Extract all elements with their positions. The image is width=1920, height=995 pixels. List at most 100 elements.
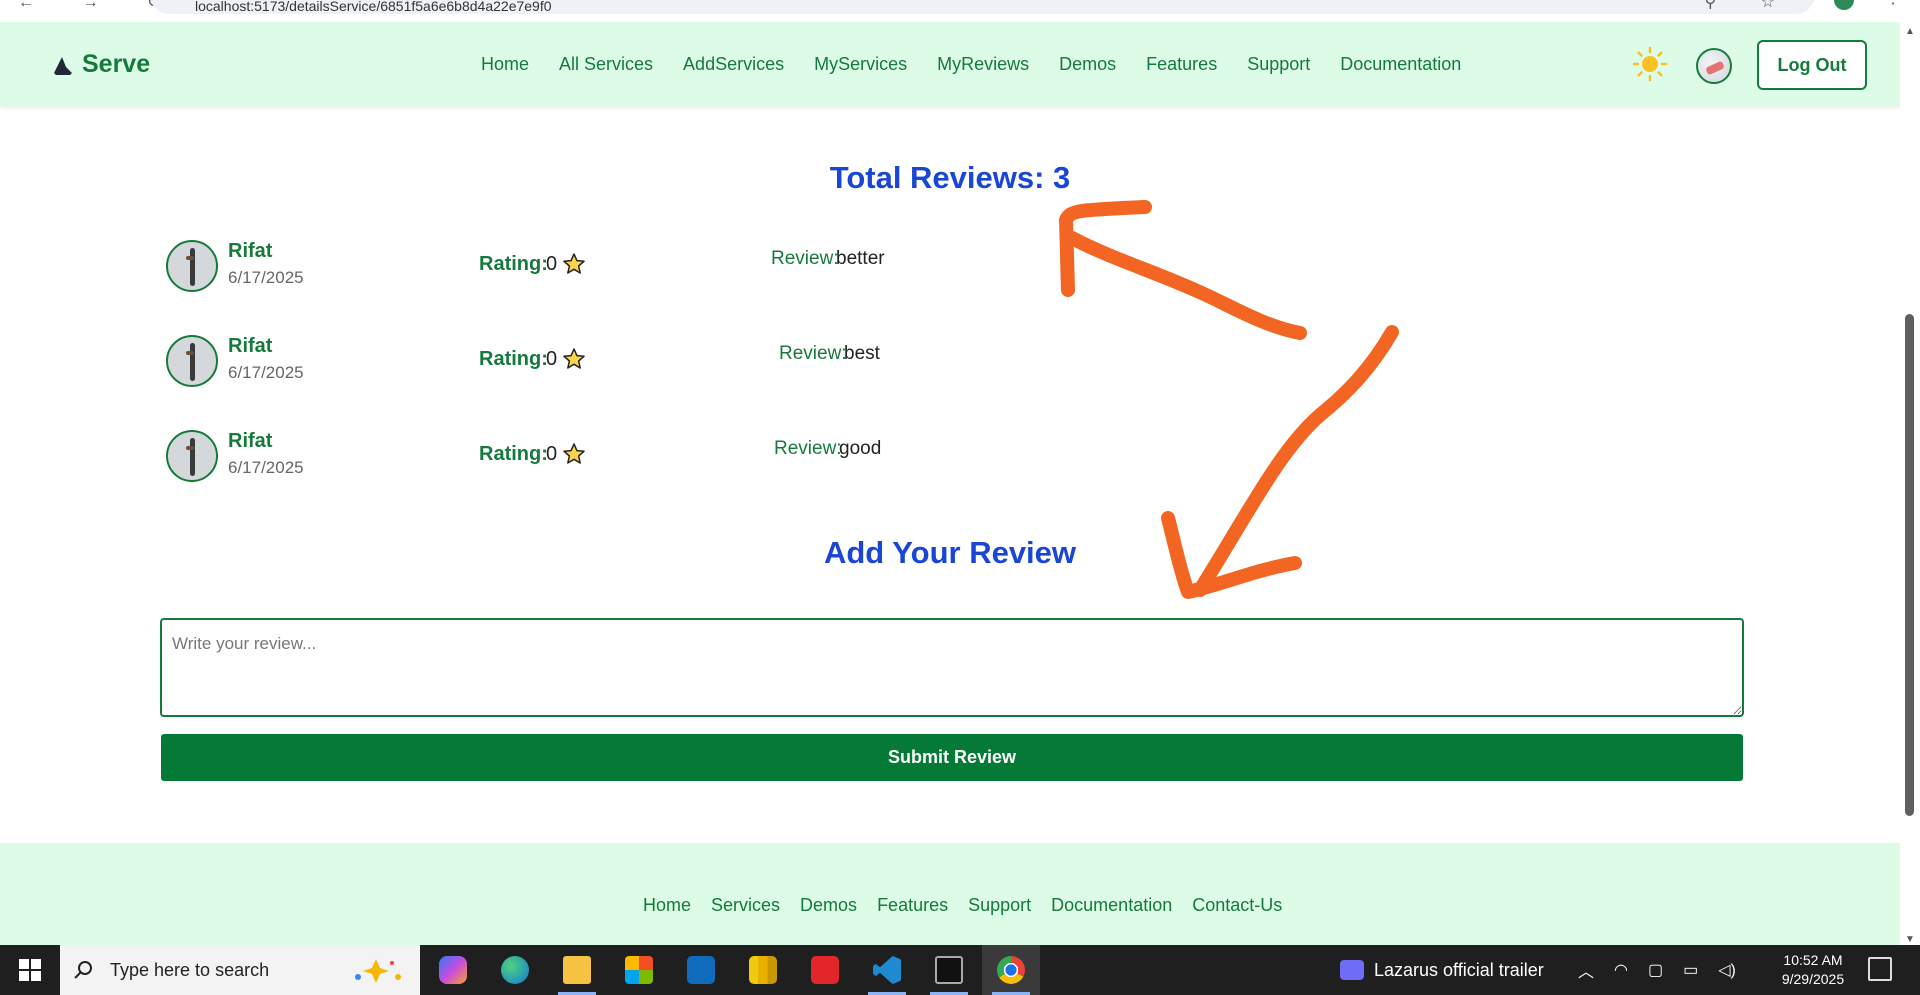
taskbar-app-file-explorer[interactable]: [548, 945, 606, 995]
review-textarea[interactable]: [160, 618, 1744, 717]
battery-icon[interactable]: ▭: [1683, 960, 1698, 980]
reviewer-name: Rifat: [228, 240, 273, 262]
browser-menu-icon[interactable]: ⋮: [1885, 0, 1901, 8]
reviewer-avatar: [166, 430, 218, 482]
review-date: 6/17/2025: [228, 458, 304, 477]
meet-now-icon[interactable]: ▢: [1648, 960, 1663, 980]
sun-icon[interactable]: [1632, 46, 1668, 82]
taskbar-app-terminal[interactable]: [920, 945, 978, 995]
search-icon: [74, 961, 92, 979]
review-text: good: [839, 438, 882, 459]
rating-label: Rating:: [479, 443, 548, 465]
outlook-icon: [687, 956, 715, 984]
rating-label: Rating:: [479, 253, 548, 275]
rating-value: 0: [546, 443, 558, 465]
taskbar-app-outlook[interactable]: [672, 945, 730, 995]
chrome-icon: [997, 956, 1025, 984]
address-bar-text: localhost:5173/detailsService/6851f5a6e6…: [195, 0, 552, 14]
rating-label: Rating:: [479, 348, 548, 370]
review-item: Rifat 6/17/2025 Rating: 0 Review: better: [166, 240, 926, 300]
browser-profile-icon[interactable]: [1834, 0, 1854, 10]
footer-features[interactable]: Features: [877, 895, 948, 916]
clock-date: 9/29/2025: [1781, 971, 1845, 987]
windows-logo-icon: [19, 959, 41, 981]
media-widget[interactable]: Lazarus official trailer: [1340, 945, 1544, 995]
review-text: better: [836, 248, 885, 269]
star-icon: [563, 348, 585, 369]
system-tray: ︿ ◠ ▢ ▭ ◁): [1578, 945, 1736, 995]
footer-home[interactable]: Home: [643, 895, 691, 916]
wifi-icon[interactable]: ◠: [1614, 960, 1628, 980]
nav-all-services[interactable]: All Services: [559, 54, 653, 75]
scrollbar-thumb[interactable]: [1905, 314, 1914, 816]
reviewer-name: Rifat: [228, 430, 273, 452]
user-avatar[interactable]: [1696, 48, 1732, 84]
star-icon: [563, 443, 585, 464]
start-button[interactable]: [0, 945, 60, 995]
notification-icon[interactable]: [1868, 957, 1892, 981]
logout-button[interactable]: Log Out: [1757, 40, 1867, 90]
star-icon: [563, 253, 585, 274]
total-reviews-title: Total Reviews: 3: [829, 160, 1071, 195]
review-item: Rifat 6/17/2025 Rating: 0 Review: best: [166, 335, 926, 395]
nav-home[interactable]: Home: [481, 54, 529, 75]
site-navbar: Serve Home All Services AddServices MySe…: [0, 22, 1900, 106]
media-title: Lazarus official trailer: [1374, 959, 1544, 980]
reviewer-avatar: [166, 240, 218, 292]
shark-fin-icon: [54, 56, 72, 75]
taskbar-app-power-bi[interactable]: [734, 945, 792, 995]
brand-logo[interactable]: Serve: [52, 50, 150, 79]
scroll-down-arrow-icon[interactable]: ▼: [1905, 934, 1915, 945]
review-label: Review:: [774, 438, 842, 459]
footer-contact-us[interactable]: Contact-Us: [1192, 895, 1282, 916]
review-date: 6/17/2025: [228, 363, 304, 382]
nav-documentation[interactable]: Documentation: [1340, 54, 1461, 75]
taskbar-app-copilot[interactable]: [424, 945, 482, 995]
reviewer-avatar: [166, 335, 218, 387]
nav-add-services[interactable]: AddServices: [683, 54, 784, 75]
address-bar[interactable]: localhost:5173/detailsService/6851f5a6e6…: [150, 0, 1815, 14]
edge-icon: [501, 956, 529, 984]
main-nav: Home All Services AddServices MyServices…: [481, 54, 1461, 75]
taskbar-app-vscode[interactable]: [858, 945, 916, 995]
nav-demos[interactable]: Demos: [1059, 54, 1116, 75]
reviewer-name: Rifat: [228, 335, 273, 357]
review-label: Review:: [771, 248, 839, 269]
nav-features[interactable]: Features: [1146, 54, 1217, 75]
nav-my-services[interactable]: MyServices: [814, 54, 907, 75]
taskbar-app-edge[interactable]: [486, 945, 544, 995]
rating-value: 0: [546, 253, 558, 275]
submit-review-button[interactable]: Submit Review: [161, 734, 1743, 781]
windows-taskbar: Type here to search Lazarus official tra…: [0, 945, 1920, 995]
taskbar-app-store[interactable]: [610, 945, 668, 995]
page-scrollbar[interactable]: ▲ ▼: [1900, 22, 1920, 945]
scroll-up-arrow-icon[interactable]: ▲: [1905, 26, 1915, 37]
nav-support[interactable]: Support: [1247, 54, 1310, 75]
wps-office-icon: [811, 956, 839, 984]
annotation-arrow-up: [1065, 231, 1307, 340]
vscode-icon: [873, 956, 901, 984]
review-label: Review:: [779, 343, 847, 364]
review-date: 6/17/2025: [228, 268, 304, 287]
nav-my-reviews[interactable]: MyReviews: [937, 54, 1029, 75]
annotation-arrowhead-up: [1059, 200, 1152, 297]
footer-support[interactable]: Support: [968, 895, 1031, 916]
taskbar-app-wps[interactable]: [796, 945, 854, 995]
site-footer: Home Services Demos Features Support Doc…: [0, 843, 1900, 945]
volume-icon[interactable]: ◁): [1718, 960, 1736, 980]
footer-services[interactable]: Services: [711, 895, 780, 916]
clock-time: 10:52 AM: [1783, 952, 1843, 968]
taskbar-search[interactable]: Type here to search: [60, 945, 420, 995]
footer-demos[interactable]: Demos: [800, 895, 857, 916]
review-item: Rifat 6/17/2025 Rating: 0 Review: good: [166, 430, 926, 490]
chevron-up-icon[interactable]: ︿: [1578, 958, 1594, 982]
brand-name: Serve: [82, 50, 151, 78]
footer-nav: Home Services Demos Features Support Doc…: [643, 895, 1282, 916]
browser-toolbar: ← → ↻ localhost:5173/detailsService/6851…: [0, 0, 1920, 22]
address-bar-icons[interactable]: ⚲ ☆: [1704, 0, 1795, 12]
terminal-icon: [935, 956, 963, 984]
taskbar-app-chrome[interactable]: [982, 945, 1040, 995]
folder-icon: [563, 956, 591, 984]
footer-documentation[interactable]: Documentation: [1051, 895, 1172, 916]
taskbar-clock[interactable]: 10:52 AM 9/29/2025: [1768, 951, 1858, 989]
